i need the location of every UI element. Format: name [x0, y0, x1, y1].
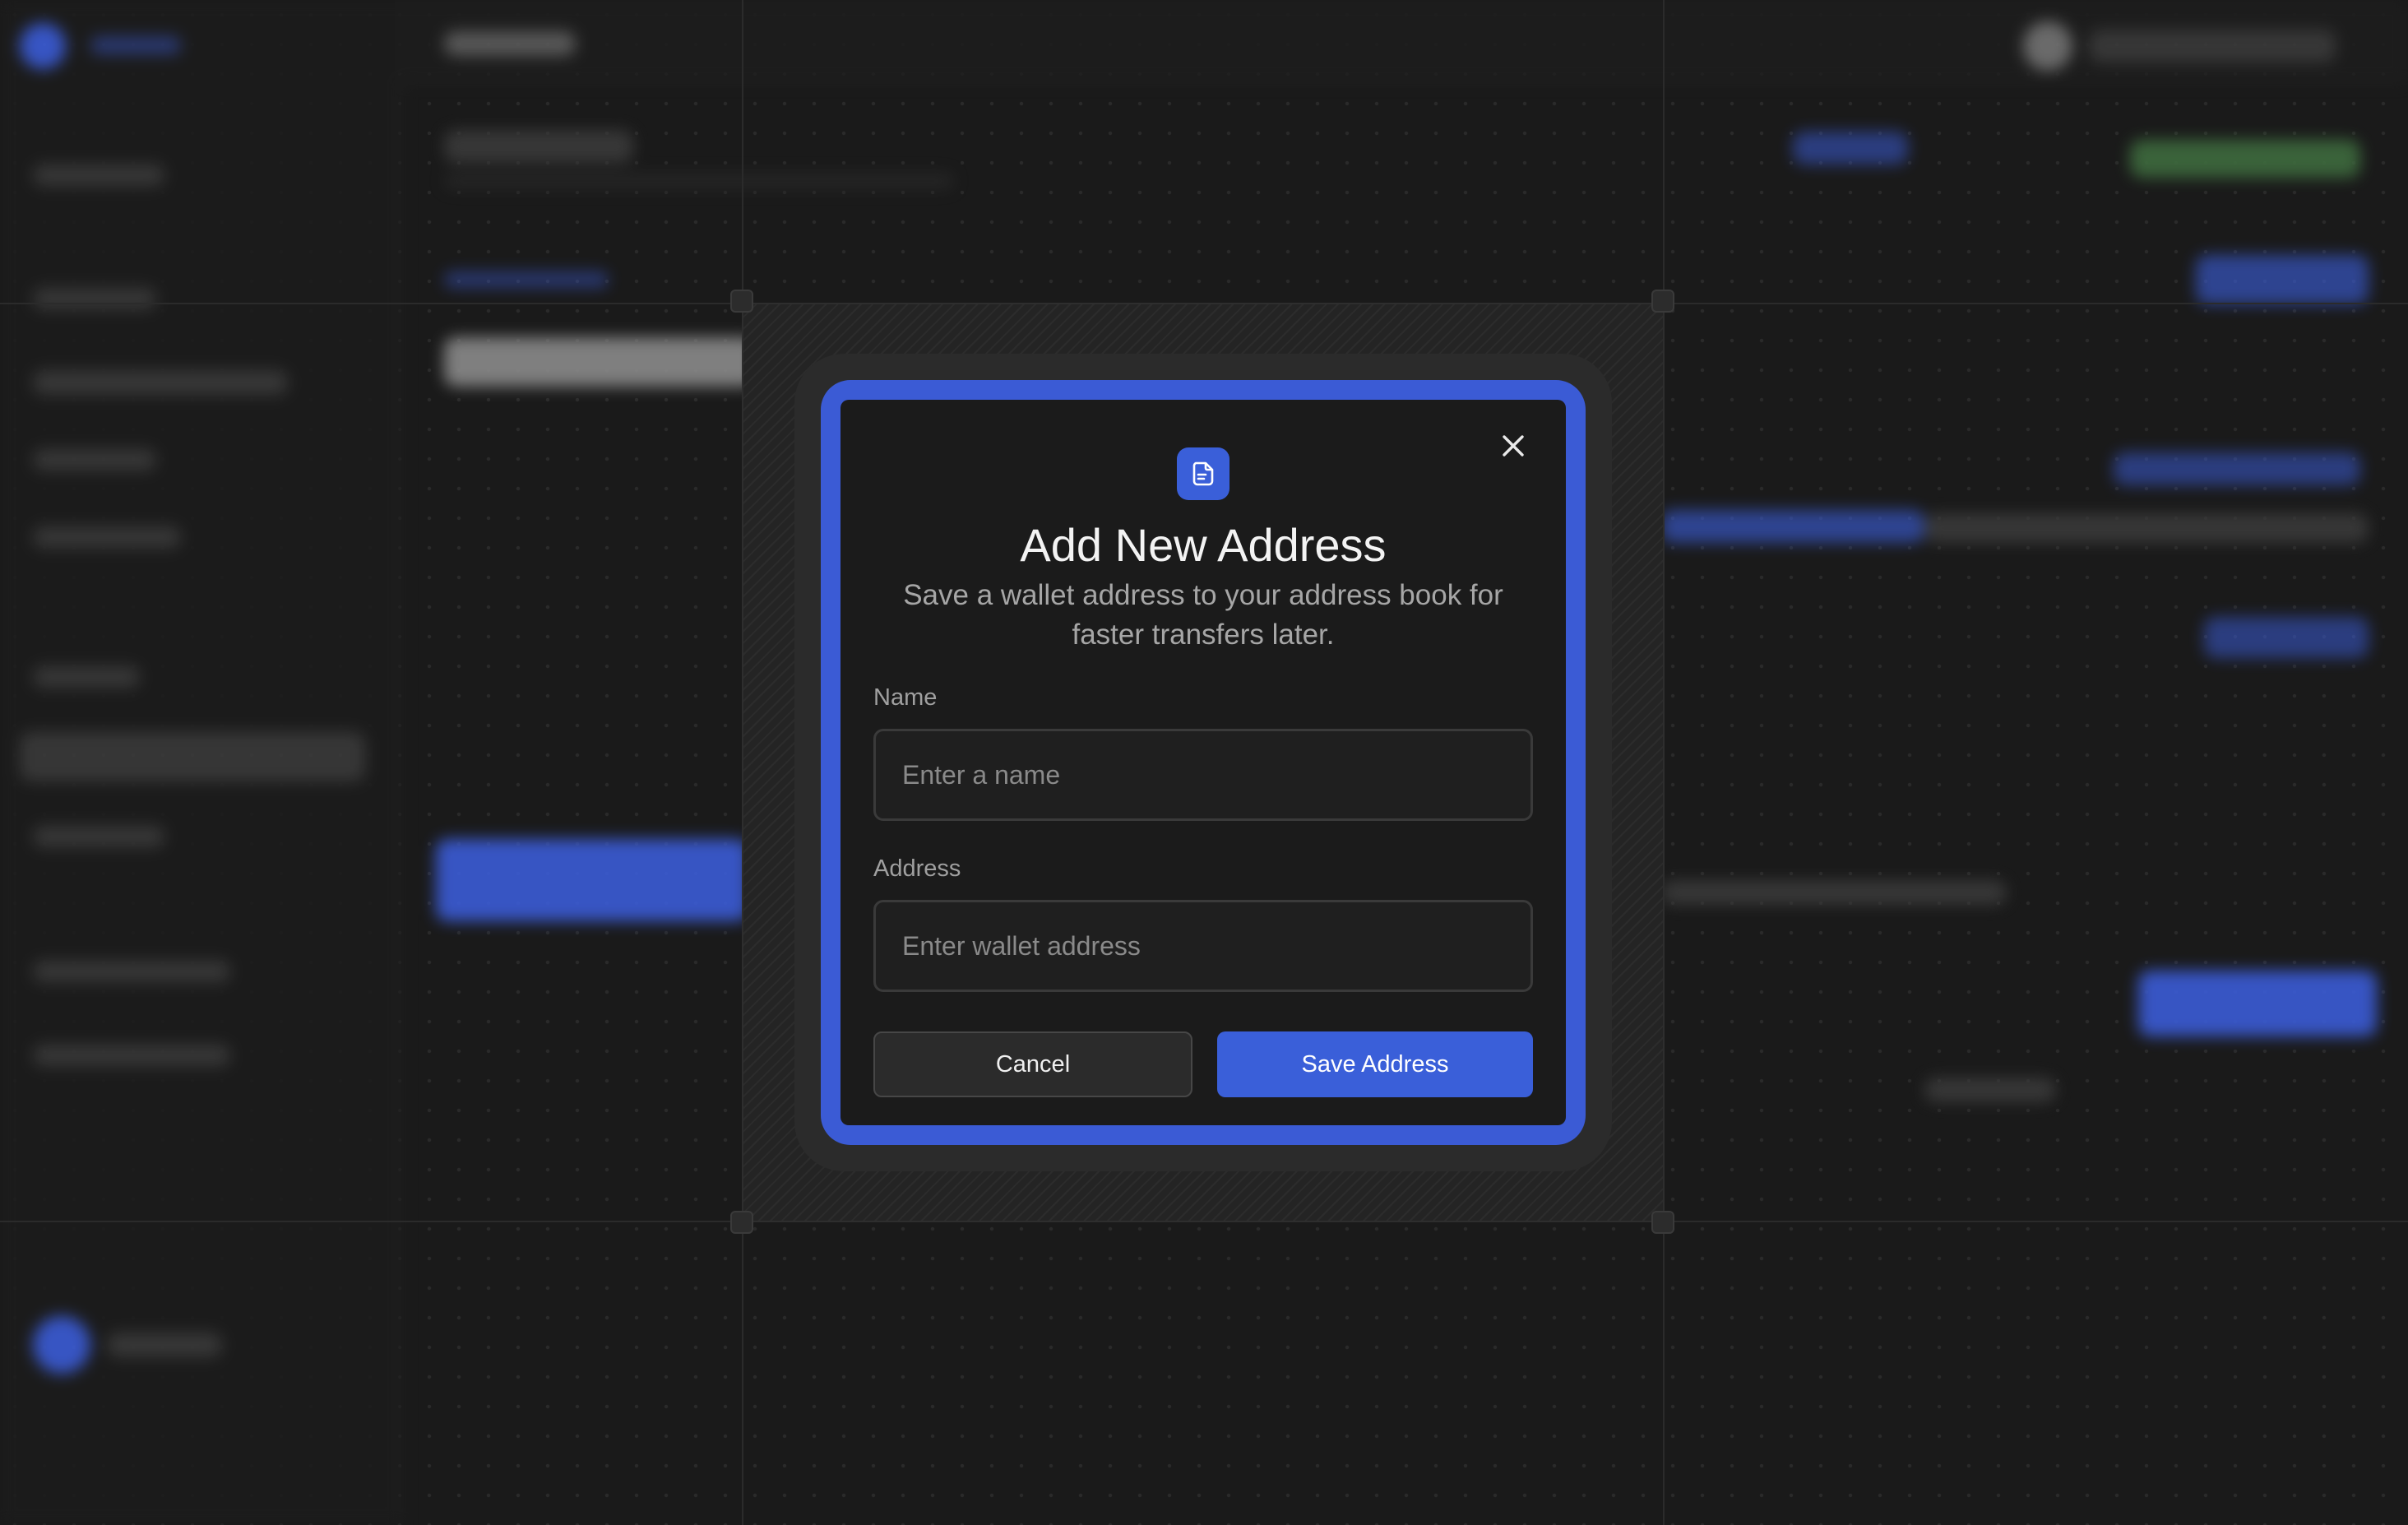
address-label: Address — [873, 855, 961, 882]
background-blob — [107, 1333, 222, 1357]
background-blob — [2138, 971, 2377, 1036]
background-blob — [444, 173, 954, 189]
background-avatar — [33, 1316, 90, 1374]
background-blob — [33, 961, 230, 982]
background-logo — [20, 23, 66, 69]
dialog-icon-badge — [1177, 447, 1229, 500]
close-icon — [1503, 435, 1524, 457]
add-address-dialog: Add New Address Save a wallet address to… — [840, 400, 1566, 1125]
background-blob — [90, 36, 181, 54]
save-address-button[interactable]: Save Address — [1217, 1031, 1533, 1097]
background-blob — [2130, 140, 2360, 178]
background-blob — [33, 1045, 230, 1066]
background-blob — [444, 31, 576, 56]
background-blob — [2196, 255, 2369, 304]
background-blob — [33, 370, 288, 395]
background-blob — [33, 288, 156, 309]
background-blob — [33, 526, 181, 548]
dialog-subtitle: Save a wallet address to your address bo… — [903, 579, 1503, 651]
dialog-title: Add New Address — [1020, 519, 1387, 571]
document-icon — [1192, 461, 1214, 486]
background-blob — [1924, 1078, 2056, 1102]
background-blob — [1793, 132, 1908, 165]
background-blob — [2114, 452, 2360, 485]
background-blob — [436, 839, 748, 921]
background-blob — [2089, 30, 2336, 63]
background-blob — [20, 732, 365, 781]
background-blob — [1924, 513, 2369, 543]
background-blob — [1661, 880, 2007, 905]
corner-handle — [730, 290, 753, 313]
background-blob — [33, 826, 164, 847]
background-avatar — [2023, 21, 2072, 71]
name-input[interactable] — [873, 729, 1533, 821]
cancel-button[interactable]: Cancel — [873, 1031, 1192, 1097]
corner-handle — [1651, 290, 1674, 313]
background-blob — [33, 666, 140, 688]
address-input[interactable] — [873, 900, 1533, 992]
background-blob — [1661, 510, 1924, 543]
background-blob — [444, 271, 609, 288]
background-blob — [444, 337, 757, 387]
close-button[interactable] — [1493, 426, 1533, 466]
corner-handle — [730, 1211, 753, 1234]
screen: Add New Address Save a wallet address to… — [0, 0, 2408, 1525]
corner-handle — [1651, 1211, 1674, 1234]
background-blob — [444, 130, 633, 163]
name-label: Name — [873, 684, 938, 711]
background-blob — [33, 449, 156, 470]
background-blob — [33, 165, 164, 186]
background-blob — [2204, 617, 2369, 658]
